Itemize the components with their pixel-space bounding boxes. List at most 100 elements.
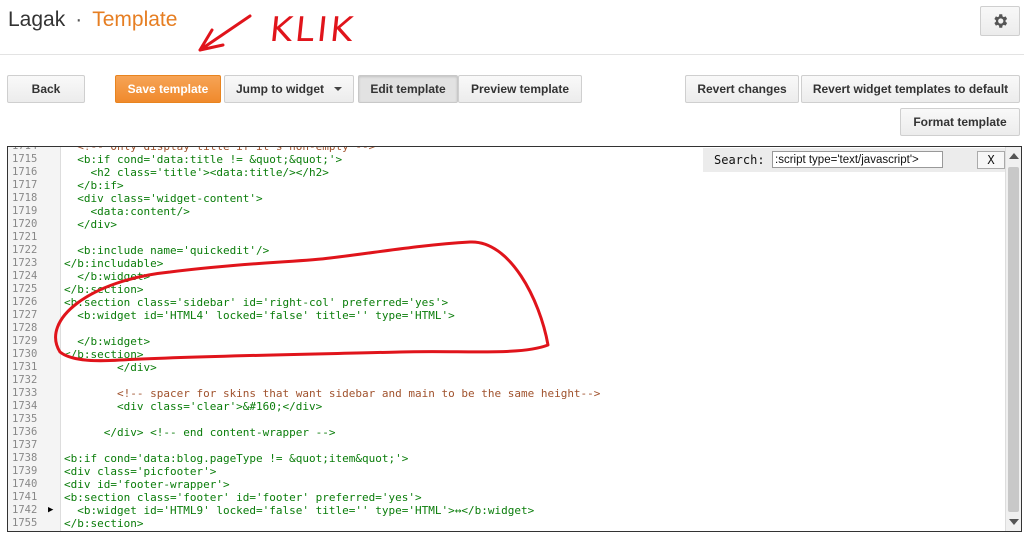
code-text: </b:section> [64,283,144,296]
gear-icon [994,14,1008,28]
code-line[interactable]: 1723 </b:includable> [8,257,1008,270]
code-text: </div> [64,361,157,374]
search-input[interactable] [772,151,943,168]
line-number: 1739 [12,465,38,477]
scroll-thumb[interactable] [1008,167,1019,512]
line-number: 1725 [12,283,38,295]
code-text: <b:widget id='HTML4' locked='false' titl… [64,309,455,322]
save-template-button[interactable]: Save template [115,75,221,103]
code-line[interactable]: 1734 <div class='clear'>&#160;</div> [8,400,1008,413]
code-line[interactable]: 1721 [8,231,1008,244]
code-text: <div id='footer-wrapper'> [64,478,230,491]
code-line[interactable]: 1720 </div> [8,218,1008,231]
code-text: </div> <!-- end content-wrapper --> [64,426,336,439]
line-number: 1720 [12,218,38,230]
line-number: 1717 [12,179,38,191]
code-text: <!-- Only display title if it's non-empt… [64,146,376,153]
settings-button[interactable] [980,6,1020,36]
code-line[interactable]: 1736 </div> <!-- end content-wrapper --> [8,426,1008,439]
format-template-button[interactable]: Format template [900,108,1020,136]
search-close-button[interactable]: X [977,151,1005,169]
code-line[interactable]: 1724 </b:widget> [8,270,1008,283]
line-number: 1724 [12,270,38,282]
revert-changes-button[interactable]: Revert changes [685,75,799,103]
title-separator: · [75,8,83,31]
line-number: 1740 [12,478,38,490]
search-bar: Search: X [703,148,1008,172]
code-line[interactable]: 1731 </div> [8,361,1008,374]
code-line[interactable]: 1728 [8,322,1008,335]
jump-to-widget-dropdown[interactable]: Jump to widget [224,75,354,103]
blog-name[interactable]: Lagak [8,8,65,31]
code-line[interactable]: 1739 <div class='picfooter'> [8,465,1008,478]
scroll-up-icon[interactable] [1009,153,1019,159]
code-text: <div class='clear'>&#160;</div> [64,400,323,413]
search-label: Search: [714,153,765,167]
line-number: 1741 [12,491,38,503]
line-number: 1756 [12,530,48,531]
editor-scrollbar[interactable] [1005,147,1021,531]
code-text: <div class='widget-content'> [64,192,263,205]
code-line[interactable]: 1722 <b:include name='quickedit'/> [8,244,1008,257]
code-text: <data:content/> [64,205,190,218]
code-text: <div class='picfooter'> [64,465,217,478]
scroll-down-icon[interactable] [1009,519,1019,525]
code-text: </b:widget> [64,270,151,283]
code-line[interactable]: 1737 [8,439,1008,452]
chevron-down-icon [334,87,342,91]
back-button[interactable]: Back [7,75,85,103]
code-text: </b:section> [64,517,144,530]
code-line[interactable]: 1719 <data:content/> [8,205,1008,218]
code-editor[interactable]: 1714 <!-- Only display title if it's non… [7,146,1022,532]
line-number: 1732 [12,374,38,386]
code-line[interactable]: 1740 <div id='footer-wrapper'> [8,478,1008,491]
code-line[interactable]: 1733 <!-- spacer for skins that want sid… [8,387,1008,400]
line-number: 1729 [12,335,38,347]
line-number: 1734 [12,400,38,412]
code-text: </b:section> [64,348,144,361]
code-line[interactable]: 1732 [8,374,1008,387]
line-number: 1714 [12,146,38,152]
line-number: 1718 [12,192,38,204]
code-text: <b:section class='sidebar' id='right-col… [64,296,449,309]
code-line[interactable]: 1738 <b:if cond='data:blog.pageType != &q… [8,452,1008,465]
line-number: 1721 [12,231,38,243]
code-line[interactable]: 1755 </b:section> [8,517,1008,530]
line-number: 1742 [12,504,38,516]
code-line[interactable]: 1756 [8,530,1008,531]
jump-to-widget-label: Jump to widget [236,82,324,96]
header: Lagak · Template [0,0,1024,48]
code-line[interactable]: 1725 </b:section> [8,283,1008,296]
line-number: 1719 [12,205,38,217]
code-line[interactable]: 1727 <b:widget id='HTML4' locked='false'… [8,309,1008,322]
line-number: 1723 [12,257,38,269]
code-line[interactable]: 1742 ▶ <b:widget id='HTML9' locked='false… [8,504,1008,517]
fold-marker-icon[interactable]: ▶ [48,504,53,517]
code-line[interactable]: 1729 </b:widget> [8,335,1008,348]
line-number: 1715 [12,153,38,165]
code-line[interactable]: 1718 <div class='widget-content'> [8,192,1008,205]
code-line[interactable]: 1730 </b:section> [8,348,1008,361]
code-text: <h2 class='title'><data:title/></h2> [64,166,329,179]
section-title: Template [92,8,178,31]
line-number: 1733 [12,387,38,399]
revert-widget-templates-button[interactable]: Revert widget templates to default [801,75,1020,103]
edit-template-button[interactable]: Edit template [358,75,458,103]
code-line[interactable]: 1726 <b:section class='sidebar' id='right… [8,296,1008,309]
line-number: 1728 [12,322,38,334]
code-line[interactable]: 1735 [8,413,1008,426]
line-number: 1716 [12,166,38,178]
preview-template-button[interactable]: Preview template [458,75,582,103]
code-text: </div> [64,218,117,231]
code-line[interactable]: 1741 <b:section class='footer' id='footer… [8,491,1008,504]
line-number: 1730 [12,348,38,360]
code-text: </b:widget> [64,335,151,348]
page-title: Lagak · Template [8,8,177,32]
code-line[interactable]: 1717 </b:if> [8,179,1008,192]
code-text: <b:if cond='data:title != &quot;&quot;'> [64,153,343,166]
annotation-text: KLIK [267,10,358,50]
header-divider [0,54,1024,55]
line-number: 1736 [12,426,38,438]
line-number: 1722 [12,244,38,256]
code-text: </b:includable> [64,257,164,270]
